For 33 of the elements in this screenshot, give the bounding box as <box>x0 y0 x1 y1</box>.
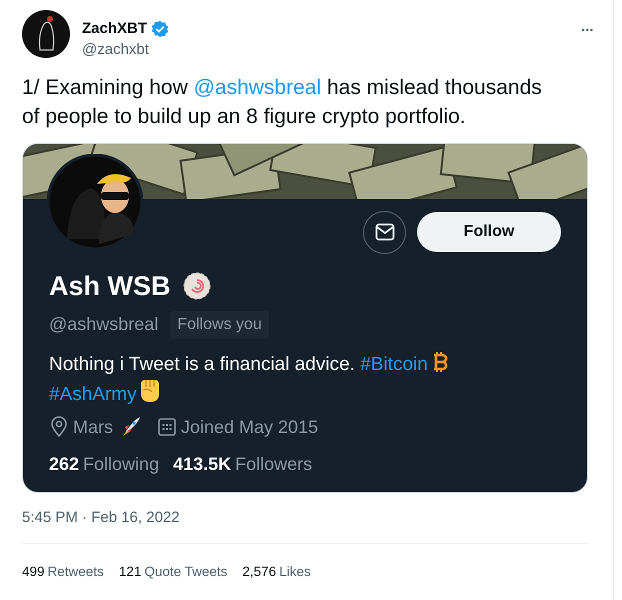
badge-icon <box>182 272 210 300</box>
stat-count[interactable]: 413.5K <box>173 450 232 478</box>
more-button[interactable]: ••• <box>582 24 594 38</box>
profile-name: Ash WSB <box>49 270 170 302</box>
profile-avatar[interactable] <box>47 154 143 250</box>
engagement-label[interactable]: Likes <box>279 562 311 582</box>
engagement-count[interactable]: 499 <box>22 562 45 582</box>
hashtag-link[interactable]: #AshArmy <box>49 384 137 404</box>
engagement-count[interactable]: 121 <box>118 562 142 582</box>
stat-label[interactable]: Following <box>83 450 160 478</box>
profile-bio: Nothing i Tweet is a financial advice. #Bitcoin #AshArmy <box>49 350 567 408</box>
location-pin-icon <box>49 416 69 438</box>
calendar-icon <box>157 417 177 437</box>
author-name[interactable]: ZachXBT <box>82 18 148 40</box>
engagement-label[interactable]: Retweets <box>48 562 104 582</box>
tweet-timestamp[interactable]: 5:45 PM · Feb 16, 2022 <box>22 506 588 529</box>
envelope-icon <box>374 223 394 241</box>
follow-button[interactable]: Follow <box>417 212 561 252</box>
stat-count[interactable]: 262 <box>49 450 80 478</box>
message-button[interactable] <box>363 210 406 254</box>
profile-joined-date: Joined May 2015 <box>181 416 318 439</box>
hashtag-link[interactable]: #Bitcoin <box>360 354 428 374</box>
profile-card[interactable]: Follow Ash WSB @ashwsbreal Follows you Nothing i Tweet is a financial advice. #Bitcoin #AshArmy Mars Joined May 2015 262 Following 413.5K Followers <box>22 142 588 492</box>
profile-location: Mars <box>73 416 113 438</box>
bitcoin-icon <box>432 350 448 372</box>
tweet-text: 1/ Examining how @ashwsbreal has mislead thousands of people to build up an 8 figure crypto portfolio. <box>22 74 543 130</box>
follows-you-label: Follows you <box>170 310 269 338</box>
author-handle[interactable]: @zachxbt <box>82 40 582 58</box>
profile-handle: @ashwsbreal <box>49 313 158 336</box>
avatar[interactable] <box>22 10 70 58</box>
engagement-count[interactable]: 2,576 <box>242 562 276 582</box>
stat-label[interactable]: Followers <box>235 450 312 478</box>
engagement-label[interactable]: Quote Tweets <box>144 562 228 582</box>
